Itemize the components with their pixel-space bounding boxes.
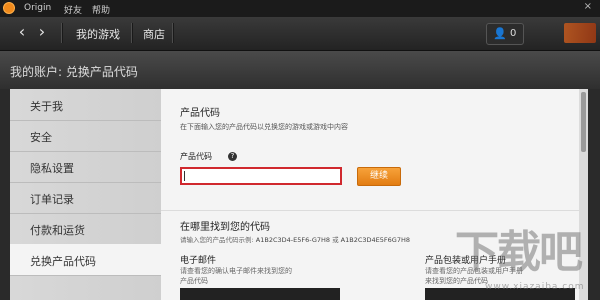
watermark-url: www.xiazaiba.com — [485, 282, 585, 292]
sidebar-item-redeem-code[interactable]: 兑换产品代码 — [10, 244, 168, 276]
store-link[interactable]: 商店 — [143, 26, 165, 42]
section-divider — [161, 210, 579, 211]
toolbar: ‹ › 我的游戏 商店 👤 0 — [0, 17, 600, 51]
forward-button[interactable]: › — [34, 23, 50, 41]
product-code-label: 产品代码 — [180, 152, 212, 161]
menu-help[interactable]: 帮助 — [92, 3, 110, 16]
example-or: 或 — [332, 236, 339, 244]
continue-button[interactable]: 继续 — [357, 167, 401, 186]
toolbar-divider — [61, 23, 63, 43]
sidebar-item-payment-shipping[interactable]: 付款和运货 — [10, 213, 161, 245]
example-code-dashed: A1B2C3D4-E5F6-G7H8 — [255, 236, 331, 244]
text-caret — [184, 171, 185, 181]
sidebar-item-label: 隐私设置 — [30, 162, 74, 175]
code-example-label: 请输入您的产品代码示例: — [180, 236, 254, 244]
email-thumbnail — [180, 288, 340, 300]
friends-count: 0 — [510, 28, 517, 39]
sidebar-item-privacy[interactable]: 隐私设置 — [10, 151, 161, 183]
sidebar-item-label: 兑换产品代码 — [30, 255, 96, 268]
avatar[interactable] — [564, 23, 596, 43]
menu-bar: Origin 好友 帮助 × — [0, 0, 600, 17]
my-games-link[interactable]: 我的游戏 — [76, 26, 120, 42]
menu-origin[interactable]: Origin — [24, 3, 51, 13]
sidebar-item-label: 关于我 — [30, 100, 63, 113]
page-header: 我的账户: 兑换产品代码 — [0, 51, 600, 89]
menu-friends[interactable]: 好友 — [64, 3, 82, 16]
email-desc-line: 请查看您的确认电子邮件来找到您的 — [180, 267, 292, 275]
section-description: 在下面输入您的产品代码以兑换您的游戏或游戏中内容 — [180, 123, 348, 131]
site-watermark: 下载吧 www.xiazaiba.com — [455, 228, 597, 298]
sidebar-item-label: 安全 — [30, 131, 52, 144]
code-example-line: 请输入您的产品代码示例: A1B2C3D4-E5F6-G7H8 或 A1B2C3… — [180, 234, 410, 244]
scrollbar-thumb[interactable] — [581, 92, 586, 152]
page-title: 我的账户: 兑换产品代码 — [10, 65, 138, 79]
watermark-logo: 下载吧 — [455, 227, 583, 278]
friends-button[interactable]: 👤 0 — [486, 23, 524, 45]
account-sidebar: 关于我 安全 隐私设置 订单记录 付款和运货 兑换产品代码 — [10, 89, 168, 300]
product-code-input[interactable] — [180, 167, 342, 185]
sidebar-item-security[interactable]: 安全 — [10, 120, 161, 152]
toolbar-divider — [131, 23, 133, 43]
sidebar-item-label: 付款和运货 — [30, 224, 85, 237]
origin-logo-icon — [3, 2, 15, 14]
example-code-plain: A1B2C3D4E5F6G7H8 — [340, 236, 410, 244]
email-title: 电子邮件 — [180, 256, 217, 266]
email-description: 请查看您的确认电子邮件来找到您的 产品代码 — [180, 266, 292, 286]
close-icon[interactable]: × — [584, 1, 592, 12]
sidebar-item-label: 订单记录 — [30, 193, 74, 206]
sidebar-item-order-history[interactable]: 订单记录 — [10, 182, 161, 214]
find-code-title: 在哪里找到您的代码 — [180, 222, 270, 233]
email-desc-line: 产品代码 — [180, 277, 208, 285]
help-icon[interactable]: ? — [228, 152, 237, 161]
toolbar-divider — [172, 23, 174, 43]
friends-icon: 👤 — [493, 27, 507, 40]
sidebar-item-about-me[interactable]: 关于我 — [10, 89, 161, 121]
section-title: 产品代码 — [180, 108, 220, 119]
back-button[interactable]: ‹ — [14, 23, 30, 41]
